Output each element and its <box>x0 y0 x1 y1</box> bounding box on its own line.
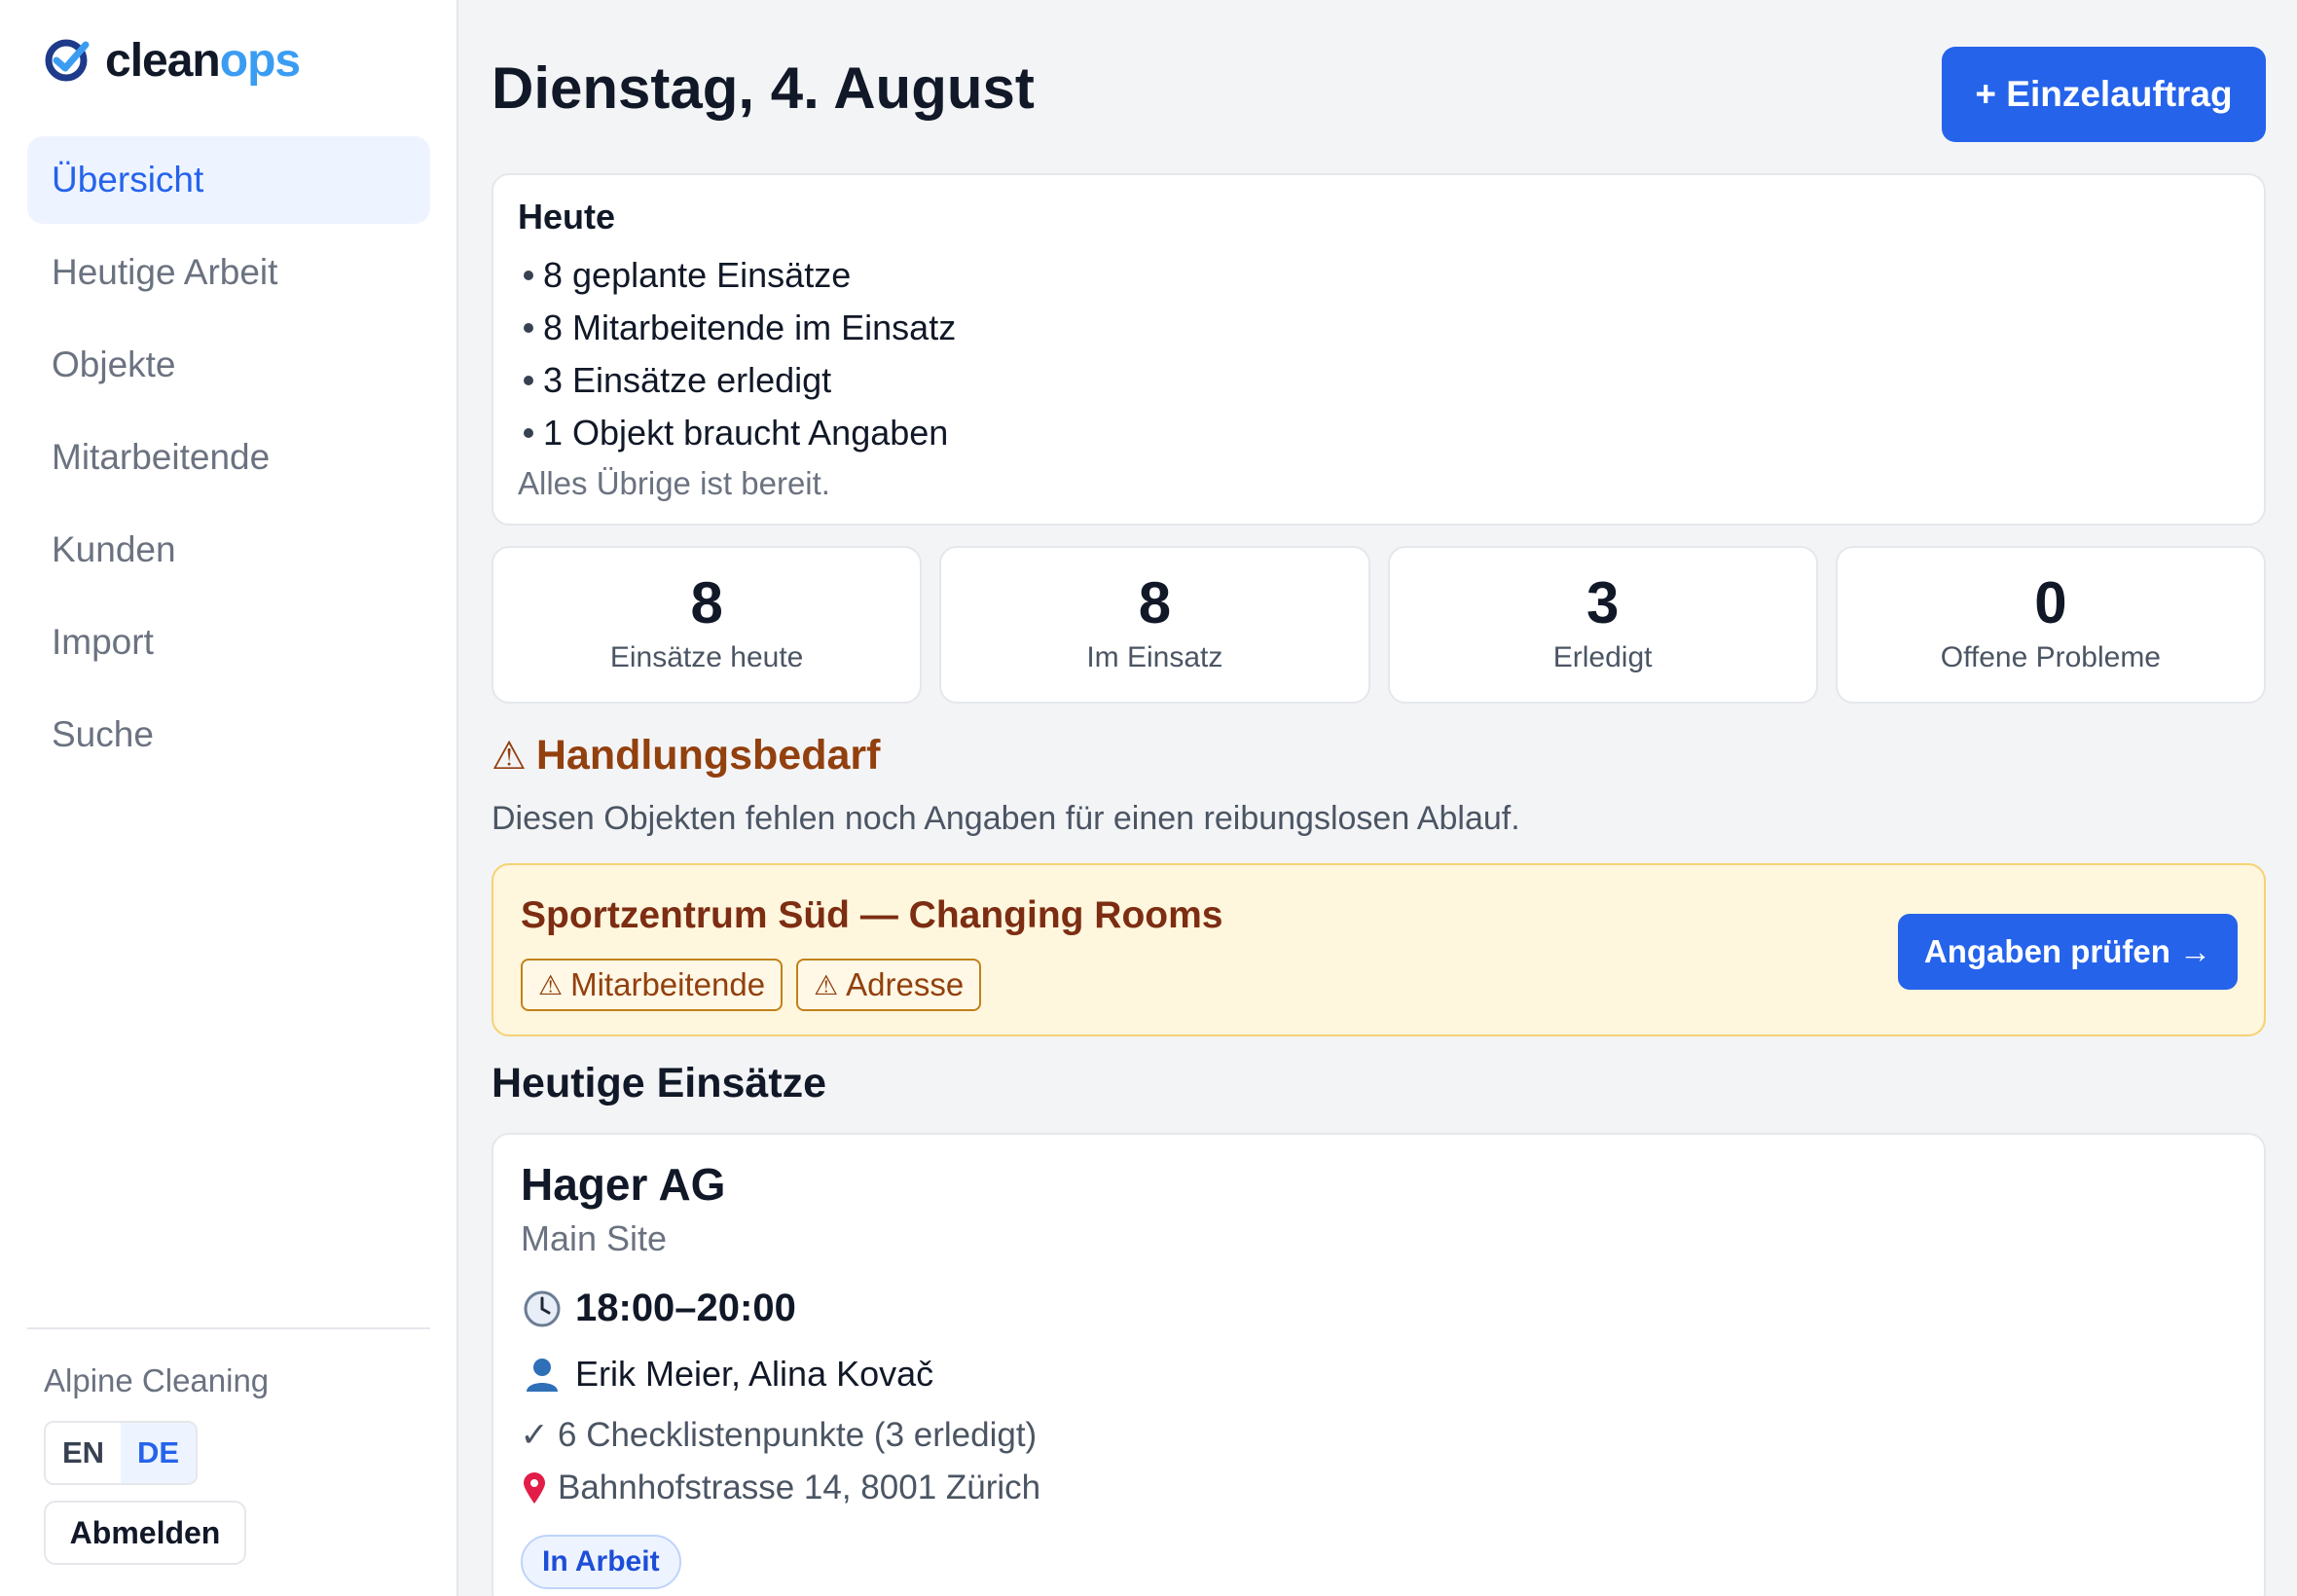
sidebar-item-staff[interactable]: Mitarbeitende <box>27 414 430 501</box>
bullet-icon <box>524 323 533 333</box>
stats-row: 8 Einsätze heute 8 Im Einsatz 3 Erledigt… <box>492 546 2266 704</box>
sidebar-item-import[interactable]: Import <box>27 598 430 686</box>
sidebar: cleanops Übersicht Heutige Arbeit Objekt… <box>0 0 458 1596</box>
action-needed-description: Diesen Objekten fehlen noch Angaben für … <box>492 800 1520 837</box>
sidebar-item-objects[interactable]: Objekte <box>27 321 430 409</box>
job-card[interactable]: Hager AG Main Site 18:00–20:00 Erik Meie… <box>492 1133 2266 1596</box>
missing-info-alert: Sportzentrum Süd — Changing Rooms ⚠ Mitar… <box>492 863 2266 1036</box>
stat-label: Einsätze heute <box>609 641 804 673</box>
missing-tag-staff: ⚠ Mitarbeitende <box>521 959 784 1011</box>
stat-card-in-progress: 8 Im Einsatz <box>939 546 1370 704</box>
today-summary-card: Heute 8 geplante Einsätze 8 Mitarbeitend… <box>492 173 2266 526</box>
stat-card-jobs-today: 8 Einsätze heute <box>492 546 923 704</box>
job-address: Bahnhofstrasse 14, 8001 Zürich <box>521 1469 2237 1507</box>
sidebar-item-search[interactable]: Suche <box>27 691 430 779</box>
sidebar-item-customers[interactable]: Kunden <box>27 506 430 594</box>
sidebar-nav: Übersicht Heutige Arbeit Objekte Mitarbe… <box>27 136 430 783</box>
logout-button[interactable]: Abmelden <box>44 1501 246 1565</box>
today-item: 1 Objekt braucht Angaben <box>518 407 2240 459</box>
stat-value: 8 <box>690 570 723 635</box>
review-details-button[interactable]: Angaben prüfen → <box>1898 914 2238 990</box>
job-site: Main Site <box>521 1218 668 1258</box>
missing-info-tags: ⚠ Mitarbeitende ⚠ Adresse <box>521 959 982 1011</box>
language-switcher: EN DE <box>44 1421 198 1485</box>
language-en-button[interactable]: EN <box>46 1423 121 1483</box>
checkmark-icon: ✓ <box>520 1416 549 1454</box>
stat-card-open-issues: 0 Offene Probleme <box>1835 546 2266 704</box>
stat-label: Erledigt <box>1552 641 1653 673</box>
warning-triangle-icon: ⚠ <box>814 969 839 1000</box>
todays-jobs-title: Heutige Einsätze <box>492 1060 827 1106</box>
today-title: Heute <box>518 197 616 236</box>
stat-value: 0 <box>2034 570 2067 635</box>
today-note: Alles Übrige ist bereit. <box>518 465 830 501</box>
job-staff: Erik Meier, Alina Kovač <box>521 1354 2237 1395</box>
stat-card-done: 3 Erledigt <box>1387 546 1818 704</box>
warning-triangle-icon: ⚠ <box>538 969 564 1000</box>
status-badge: In Arbeit <box>521 1535 681 1589</box>
job-checklist: ✓ 6 Checklistenpunkte (3 erledigt) <box>520 1416 1038 1454</box>
stat-label: Offene Probleme <box>1940 641 2161 673</box>
brand-logo[interactable]: cleanops <box>43 33 301 89</box>
map-pin-icon <box>521 1471 548 1505</box>
new-single-order-button[interactable]: + Einzelauftrag <box>1942 47 2266 142</box>
action-needed-title: ⚠ Handlungsbedarf <box>492 732 881 779</box>
page-title: Dienstag, 4. August <box>492 55 1035 121</box>
today-item: 8 Mitarbeitende im Einsatz <box>518 302 2240 354</box>
job-time: 18:00–20:00 <box>521 1287 2237 1330</box>
warning-triangle-icon: ⚠ <box>492 734 527 778</box>
sidebar-item-todays-work[interactable]: Heutige Arbeit <box>27 229 430 316</box>
bullet-icon <box>524 376 533 385</box>
person-icon <box>521 1355 564 1394</box>
today-item: 3 Einsätze erledigt <box>518 354 2240 407</box>
brand-name: cleanops <box>105 35 301 87</box>
stat-label: Im Einsatz <box>1086 641 1223 673</box>
missing-tag-address: ⚠ Adresse <box>796 959 982 1011</box>
clock-icon <box>521 1289 564 1328</box>
organization-name: Alpine Cleaning <box>44 1362 270 1398</box>
bullet-icon <box>524 271 533 280</box>
today-item: 8 geplante Einsätze <box>518 249 2240 302</box>
checkmark-badge-icon <box>43 33 93 89</box>
stat-value: 3 <box>1586 570 1620 635</box>
sidebar-item-overview[interactable]: Übersicht <box>27 136 430 224</box>
alert-object-title: Sportzentrum Süd — Changing Rooms <box>521 894 1223 936</box>
sidebar-divider <box>27 1327 430 1329</box>
job-client: Hager AG <box>521 1159 726 1210</box>
bullet-icon <box>524 428 533 438</box>
language-de-button[interactable]: DE <box>121 1423 196 1483</box>
stat-value: 8 <box>1138 570 1172 635</box>
